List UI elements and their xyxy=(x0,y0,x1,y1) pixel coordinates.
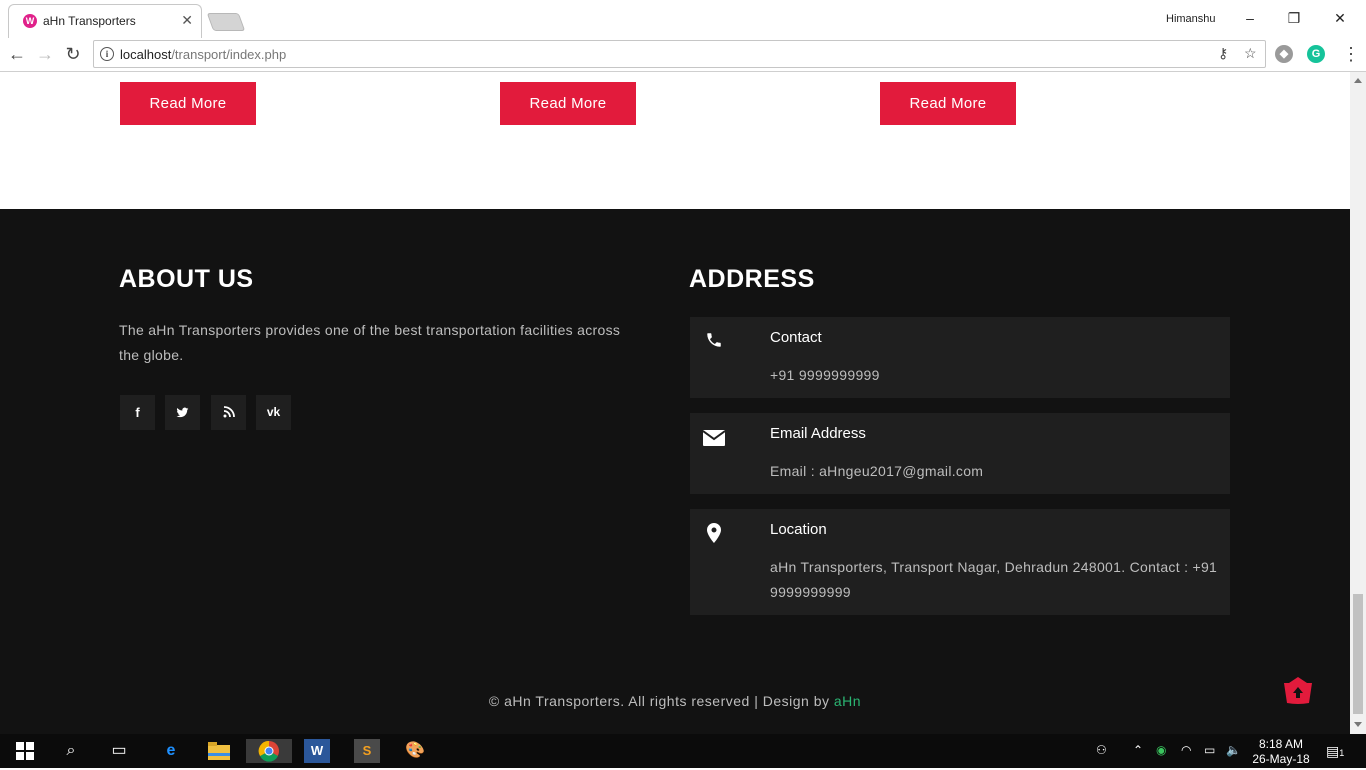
chrome-icon[interactable] xyxy=(246,739,292,763)
network-app-icon[interactable]: ◉ xyxy=(1156,743,1166,757)
browser-toolbar: ← → ↻ i localhost/transport/index.php ⚷ … xyxy=(0,38,1366,72)
map-marker-icon xyxy=(703,523,725,545)
address-heading: ADDRESS xyxy=(689,265,815,293)
file-explorer-icon[interactable] xyxy=(206,739,232,763)
profile-name[interactable]: Himanshu xyxy=(1166,13,1216,25)
email-card: Email Address Email : aHngeu2017@gmail.c… xyxy=(690,413,1230,494)
notification-count: 1 xyxy=(1339,748,1345,758)
envelope-icon xyxy=(702,427,726,449)
clock[interactable]: 8:18 AM 26-May-18 xyxy=(1250,737,1312,767)
twitter-icon[interactable] xyxy=(165,395,200,430)
clock-date: 26-May-18 xyxy=(1252,752,1310,766)
footer: ABOUT US The aHn Transporters provides o… xyxy=(0,209,1350,734)
new-tab-button[interactable] xyxy=(206,13,246,31)
email-title: Email Address xyxy=(770,425,866,442)
phone-icon xyxy=(703,331,725,353)
tray-expand-icon[interactable]: ⌃ xyxy=(1133,743,1143,757)
favicon-icon: W xyxy=(23,14,37,28)
wifi-icon[interactable]: ◠ xyxy=(1181,743,1191,757)
url-text[interactable]: localhost/transport/index.php xyxy=(120,47,286,62)
volume-icon[interactable]: 🔈 xyxy=(1226,743,1241,757)
facebook-icon[interactable]: f xyxy=(120,395,155,430)
extension-icon[interactable]: ◆ xyxy=(1275,45,1293,63)
reload-icon[interactable]: ↻ xyxy=(62,43,84,65)
search-icon[interactable]: ⌕ xyxy=(58,739,84,763)
paint-icon[interactable]: 🎨 xyxy=(402,739,428,763)
address-bar[interactable]: i localhost/transport/index.php ⚷ ☆ xyxy=(93,40,1266,68)
notifications-icon[interactable]: ▤1 xyxy=(1326,743,1344,760)
menu-icon[interactable]: ⋮ xyxy=(1340,43,1362,65)
tab-close-icon[interactable]: ✕ xyxy=(181,12,193,29)
tab-title: aHn Transporters xyxy=(43,14,136,28)
location-text: aHn Transporters, Transport Nagar, Dehra… xyxy=(770,559,1218,600)
clock-time: 8:18 AM xyxy=(1258,737,1304,751)
battery-icon[interactable]: ▭ xyxy=(1204,743,1215,757)
scroll-down-icon[interactable] xyxy=(1354,722,1362,727)
about-text: The aHn Transporters provides one of the… xyxy=(119,322,621,363)
scroll-to-top-icon[interactable] xyxy=(1282,677,1314,705)
about-heading: ABOUT US xyxy=(119,265,254,293)
close-window-icon[interactable]: ✕ xyxy=(1330,8,1350,28)
windows-start-icon[interactable] xyxy=(12,739,38,763)
star-icon[interactable]: ☆ xyxy=(1244,45,1257,62)
vertical-scrollbar[interactable] xyxy=(1350,72,1366,734)
info-icon[interactable]: i xyxy=(100,47,114,61)
forward-icon[interactable]: → xyxy=(34,43,56,65)
word-icon[interactable]: W xyxy=(304,739,330,763)
key-icon[interactable]: ⚷ xyxy=(1218,45,1228,62)
sublime-text-icon[interactable]: S xyxy=(354,739,380,763)
grammarly-icon[interactable]: G xyxy=(1307,45,1325,63)
scroll-thumb[interactable] xyxy=(1353,594,1363,714)
read-more-button[interactable]: Read More xyxy=(500,82,636,125)
people-icon[interactable]: ⚇ xyxy=(1096,743,1107,757)
contact-card: Contact +91 9999999999 xyxy=(690,317,1230,398)
email-text[interactable]: Email : aHngeu2017@gmail.com xyxy=(770,459,1220,484)
contact-title: Contact xyxy=(770,329,822,346)
back-icon[interactable]: ← xyxy=(6,43,28,65)
location-title: Location xyxy=(770,521,827,538)
copyright: © aHn Transporters. All rights reserved … xyxy=(488,693,862,709)
browser-tab[interactable]: W aHn Transporters ✕ xyxy=(8,4,202,38)
windows-taskbar: ⌕ ▭ e W S 🎨 ⚇ ⌃ ◉ ◠ ▭ 🔈 8:18 AM 26-May-1… xyxy=(0,734,1366,768)
minimize-icon[interactable]: – xyxy=(1240,8,1260,28)
scroll-up-icon[interactable] xyxy=(1354,78,1362,83)
page-content: Read More Read More Read More ABOUT US T… xyxy=(0,72,1350,734)
rss-icon[interactable] xyxy=(211,395,246,430)
read-more-button[interactable]: Read More xyxy=(120,82,256,125)
read-more-button[interactable]: Read More xyxy=(880,82,1016,125)
restore-icon[interactable]: ❐ xyxy=(1284,8,1304,28)
services-section: Read More Read More Read More xyxy=(0,72,1350,209)
location-card: Location aHn Transporters, Transport Nag… xyxy=(690,509,1230,615)
task-view-icon[interactable]: ▭ xyxy=(106,739,132,763)
contact-text: +91 9999999999 xyxy=(770,367,880,383)
designer-link[interactable]: aHn xyxy=(834,693,861,709)
browser-titlebar: W aHn Transporters ✕ Himanshu – ❐ ✕ xyxy=(0,0,1366,38)
edge-icon[interactable]: e xyxy=(158,739,184,763)
vk-icon[interactable]: vk xyxy=(256,395,291,430)
